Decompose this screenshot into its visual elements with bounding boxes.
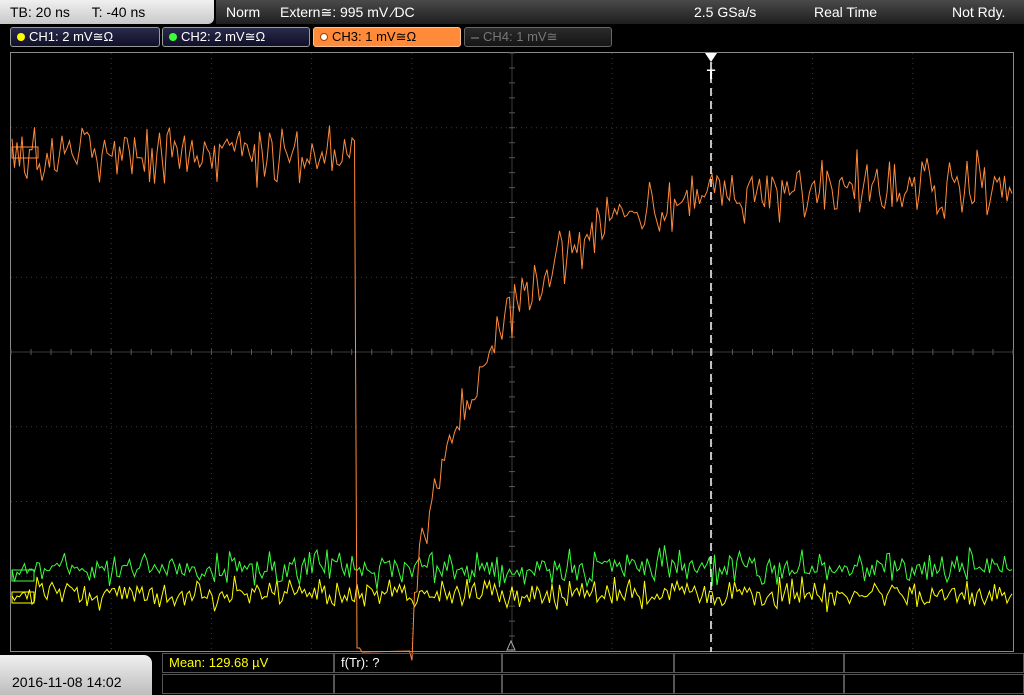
center-marker-icon xyxy=(506,639,516,651)
measurement-slot-10[interactable] xyxy=(844,674,1024,694)
graticule-grid xyxy=(10,52,1014,651)
measurement-rise-freq[interactable]: f(Tr): ? xyxy=(334,653,502,673)
measurement-slot-3[interactable] xyxy=(502,653,674,673)
measurement-slot-5[interactable] xyxy=(844,653,1024,673)
waveform-display: T xyxy=(10,52,1014,661)
measurement-slot-8[interactable] xyxy=(502,674,674,694)
datetime-value: 2016-11-08 14:02 xyxy=(12,674,122,690)
measurement-slot-6[interactable] xyxy=(162,674,334,694)
bottom-bar: 2016-11-08 14:02 Mean: 129.68 µV f(Tr): … xyxy=(0,653,1024,695)
trigger-marker-label: T xyxy=(707,66,716,82)
oscilloscope-screen: TB: 20 ns T: -40 ns Norm Extern≅: 995 mV… xyxy=(0,0,1024,695)
datetime-panel: 2016-11-08 14:02 xyxy=(0,655,152,695)
trigger-marker-icon xyxy=(705,53,717,62)
measurement-slot-7[interactable] xyxy=(334,674,502,694)
measurement-slot-9[interactable] xyxy=(674,674,844,694)
measurement-slot-4[interactable] xyxy=(674,653,844,673)
measurement-panel: Mean: 129.68 µV f(Tr): ? xyxy=(162,653,1024,695)
measurement-mean[interactable]: Mean: 129.68 µV xyxy=(162,653,334,673)
